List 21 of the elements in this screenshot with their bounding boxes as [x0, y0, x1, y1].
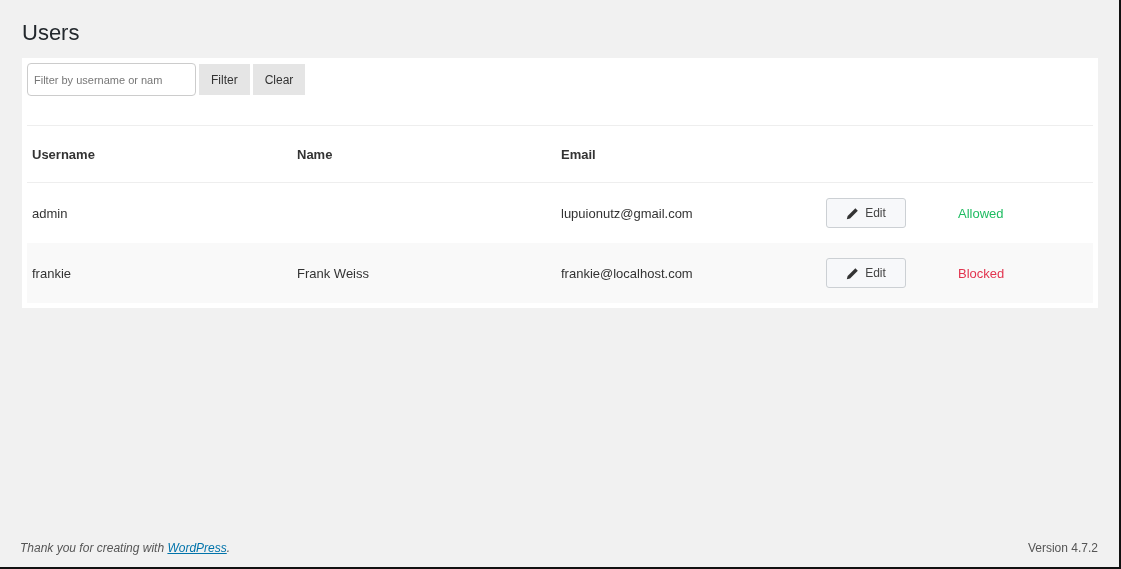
pencil-icon	[846, 206, 860, 220]
status-label: Allowed	[958, 205, 1005, 221]
column-header: Username	[32, 146, 96, 162]
edit-button[interactable]: Edit	[826, 198, 906, 228]
filter-button[interactable]: Filter	[199, 64, 250, 95]
wordpress-link[interactable]: WordPress	[167, 541, 227, 555]
email-cell-text: lupuionutz@gmail.com	[561, 205, 694, 221]
version-label: Version 4.7.2	[1027, 541, 1098, 555]
name-cell-text: Frank Weiss	[297, 265, 370, 281]
username-cell-text: frankie	[32, 265, 73, 281]
pencil-icon	[846, 266, 860, 280]
column-header: Email	[561, 146, 597, 162]
filter-field[interactable]: Filter by username or nam	[27, 63, 196, 96]
page-title: Users	[22, 20, 81, 46]
username-cell-text: admin	[32, 205, 69, 221]
footer-credit: Thank you for creating with WordPress.	[20, 541, 231, 555]
status-label: Blocked	[958, 265, 1006, 281]
edit-button[interactable]: Edit	[826, 258, 906, 288]
column-header: Name	[297, 146, 334, 162]
clear-button[interactable]: Clear	[252, 64, 306, 95]
email-cell-text: frankie@localhost.com	[561, 265, 694, 281]
